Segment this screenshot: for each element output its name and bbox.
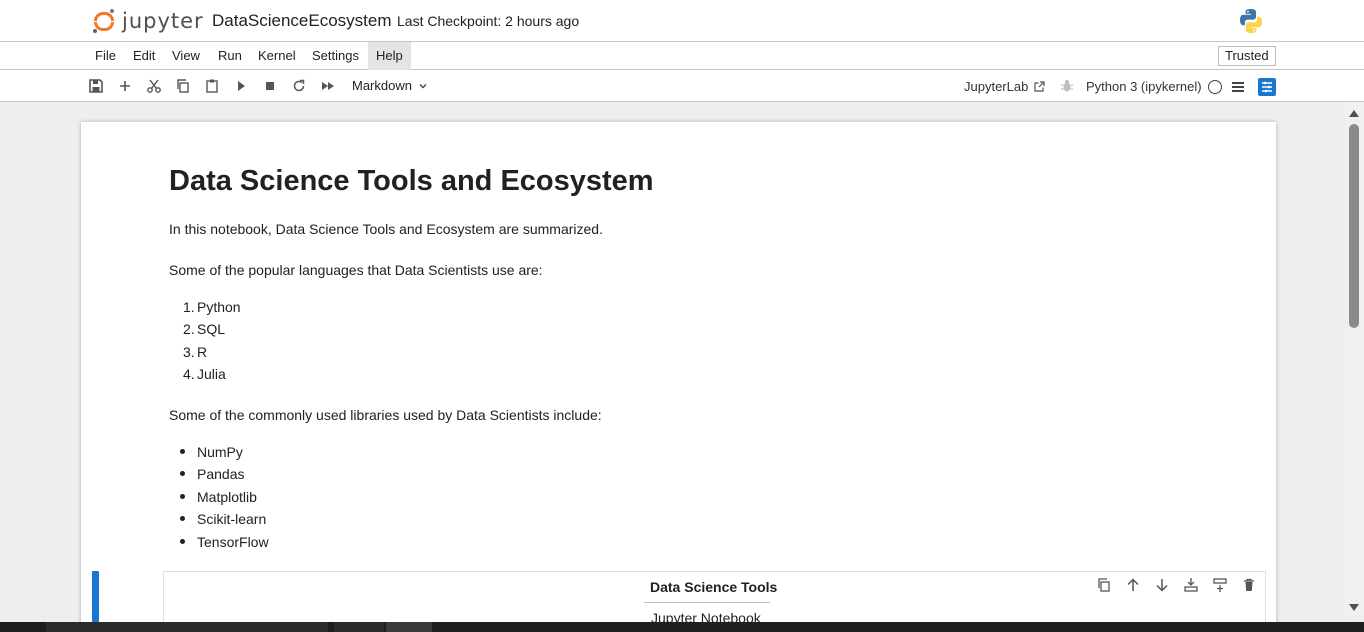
taskbar-item[interactable] (46, 622, 328, 632)
stop-icon (266, 82, 274, 90)
kernel-status-icon (1208, 80, 1222, 94)
move-cell-up-button[interactable] (1125, 577, 1141, 593)
scissors-icon (147, 79, 161, 93)
menu-help[interactable]: Help (368, 42, 411, 70)
insert-cell-below-button[interactable] (1212, 577, 1228, 593)
last-checkpoint: Last Checkpoint: 2 hours ago (397, 13, 580, 29)
play-icon (238, 81, 245, 91)
restart-run-all-button[interactable] (318, 76, 338, 96)
libraries-list: NumPy Pandas Matplotlib Scikit-learn Ten… (169, 442, 269, 554)
notebook-title[interactable]: DataScienceEcosystem (212, 11, 392, 31)
interrupt-kernel-button[interactable] (260, 76, 280, 96)
list-item: NumPy (169, 442, 269, 464)
jupyter-logo[interactable]: jupyter (92, 6, 204, 36)
list-item: Scikit-learn (169, 509, 269, 531)
list-item: Pandas (169, 464, 269, 486)
list-item: 1. Python (183, 299, 241, 315)
arrow-down-icon (1156, 579, 1168, 592)
scroll-down-arrow-icon[interactable] (1349, 604, 1359, 611)
debugger-bug-icon[interactable] (1060, 79, 1074, 93)
restart-kernel-button[interactable] (289, 76, 309, 96)
plus-icon (120, 81, 130, 91)
menu-bar: File Edit View Run Kernel Settings Help … (0, 42, 1364, 70)
move-cell-down-button[interactable] (1154, 577, 1170, 593)
insert-cell-above-button[interactable] (1183, 577, 1199, 593)
open-jupyterlab-link[interactable]: JupyterLab (964, 79, 1046, 94)
insert-above-icon (1184, 578, 1198, 592)
insert-below-icon (1213, 578, 1227, 592)
jupyter-logo-icon (92, 8, 116, 34)
cell-type-select[interactable]: Markdown (352, 78, 428, 93)
jupyterlab-label: JupyterLab (964, 79, 1029, 94)
top-header: jupyter DataScienceEcosystem Last Checkp… (0, 0, 1364, 42)
chevron-down-icon (419, 83, 427, 88)
list-item: 4. Julia (183, 366, 226, 383)
save-icon (89, 79, 103, 93)
duplicate-icon (1098, 578, 1110, 592)
list-item: TensorFlow (169, 532, 269, 554)
kernel-name[interactable]: Python 3 (ipykernel) (1086, 79, 1202, 94)
menu-view[interactable]: View (164, 42, 208, 70)
copy-button[interactable] (173, 76, 193, 96)
notebook-toolbar: Markdown JupyterLab Python 3 (ipykernel) (0, 70, 1364, 102)
scrollbar-thumb[interactable] (1349, 124, 1359, 328)
clipboard-icon (206, 79, 218, 93)
list-item: 2. SQL (183, 321, 226, 338)
scroll-up-arrow-icon[interactable] (1349, 110, 1359, 117)
save-button[interactable] (86, 76, 106, 96)
table-header: Data Science Tools (650, 579, 778, 595)
run-cell-button[interactable] (231, 76, 251, 96)
list-item: Matplotlib (169, 487, 269, 509)
paste-button[interactable] (202, 76, 222, 96)
duplicate-cell-button[interactable] (1096, 577, 1112, 593)
notebook-heading: Data Science Tools and Ecosystem (169, 165, 654, 197)
list-settings-icon (1262, 81, 1272, 93)
fast-forward-icon (322, 82, 334, 90)
property-inspector-button[interactable] (1258, 78, 1276, 96)
menu-edit[interactable]: Edit (125, 42, 163, 70)
copy-icon (177, 79, 189, 93)
languages-intro: Some of the popular languages that Data … (169, 262, 543, 278)
intro-paragraph: In this notebook, Data Science Tools and… (169, 221, 603, 237)
trusted-badge[interactable]: Trusted (1218, 46, 1276, 66)
taskbar-item[interactable] (334, 622, 384, 632)
insert-cell-button[interactable] (115, 76, 135, 96)
languages-list: 1. Python 2. SQL 3. R 4. Julia (169, 297, 241, 387)
refresh-icon (293, 79, 305, 92)
notebook-panel: Data Science Tools and Ecosystem In this… (81, 122, 1276, 632)
menu-settings[interactable]: Settings (304, 42, 367, 70)
menu-lines-icon[interactable] (1231, 80, 1245, 94)
cell-type-value: Markdown (352, 78, 412, 93)
os-taskbar (0, 622, 1364, 632)
active-cell-indicator[interactable] (92, 571, 99, 622)
menu-file[interactable]: File (87, 42, 124, 70)
taskbar-item[interactable] (386, 622, 432, 632)
table-divider (644, 602, 770, 603)
list-item: 3. R (183, 343, 208, 360)
external-link-icon (1034, 81, 1045, 92)
cut-button[interactable] (144, 76, 164, 96)
menu-run[interactable]: Run (210, 42, 250, 70)
arrow-up-icon (1127, 578, 1139, 591)
menu-kernel[interactable]: Kernel (250, 42, 304, 70)
trash-icon (1244, 578, 1254, 591)
delete-cell-button[interactable] (1241, 577, 1257, 593)
jupyter-logo-text: jupyter (122, 9, 204, 33)
libraries-intro: Some of the commonly used libraries used… (169, 407, 602, 423)
python-logo-icon (1240, 9, 1262, 33)
